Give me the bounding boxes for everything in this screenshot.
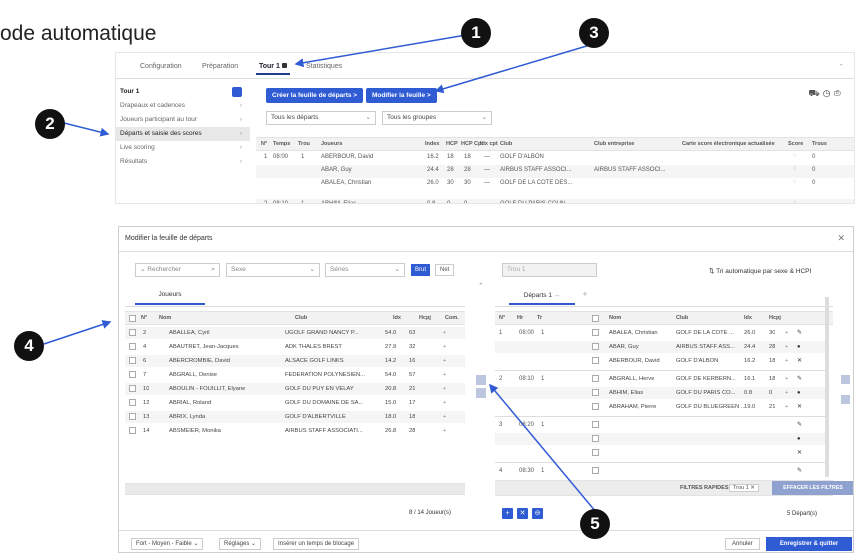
marker-4: 4	[14, 331, 44, 361]
arrow-1	[294, 33, 473, 68]
arrow-4	[43, 320, 112, 345]
arrow-2	[63, 122, 110, 137]
annotation-arrows	[43, 33, 597, 513]
marker-1: 1	[461, 18, 491, 48]
arrow-3	[434, 44, 591, 94]
marker-3: 3	[579, 18, 609, 48]
arrow-5	[489, 383, 597, 513]
marker-2: 2	[35, 109, 65, 139]
marker-5: 5	[580, 509, 610, 539]
